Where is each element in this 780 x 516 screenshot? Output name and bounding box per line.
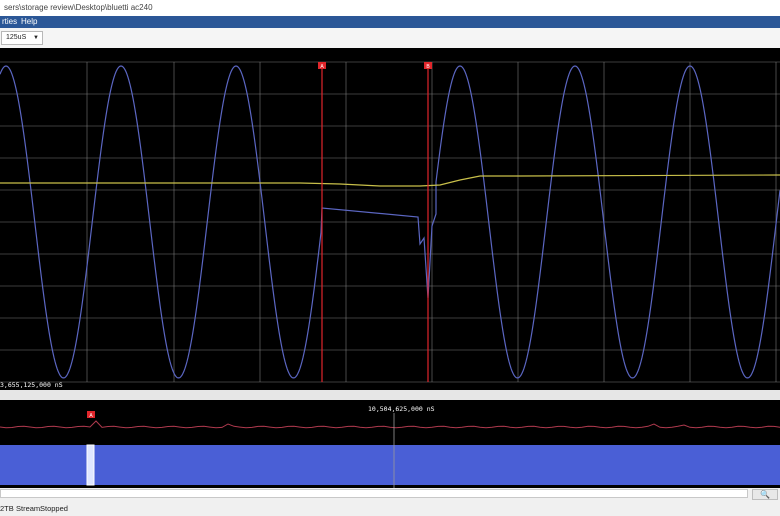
status-bar: 2TB Stream: Stopped [0,501,780,516]
timebase-value: 125uS [6,34,27,41]
overview-cursor-handle [86,444,95,486]
status-count: 2TB [0,504,14,513]
menu-bar: rties Help [0,16,780,28]
chevron-down-icon: ▼ [33,35,39,41]
stream-status: Stopped [40,504,68,513]
menu-item-help[interactable]: Help [21,16,37,28]
magnifier-icon: 🔍 [760,490,770,499]
overview-panel[interactable]: A [0,400,780,488]
stream-label: Stream: [16,504,43,513]
overview-plot: A [0,411,780,488]
scope-time-readout: 3,655,125,000 nS [0,381,63,389]
zoom-button[interactable]: 🔍 [752,489,778,500]
timebase-dropdown[interactable]: 125uS ▼ [1,31,43,45]
toolbar: 125uS ▼ [0,28,780,49]
overview-envelope [0,445,780,485]
overview-trend-trace [0,420,780,429]
scope-plot: A B [0,61,780,383]
panel-separator[interactable] [0,390,780,400]
scope-grid [0,61,780,383]
horizontal-scrollbar[interactable] [0,489,748,498]
overview-time-readout: 10,504,625,000 nS [368,405,435,413]
window-title: sers\storage review\Desktop\bluetti ac24… [4,3,153,12]
scope-view[interactable]: A B [0,48,780,390]
current-trace [0,174,780,187]
menu-item-properties[interactable]: rties [2,16,17,28]
window-titlebar: sers\storage review\Desktop\bluetti ac24… [0,0,780,16]
